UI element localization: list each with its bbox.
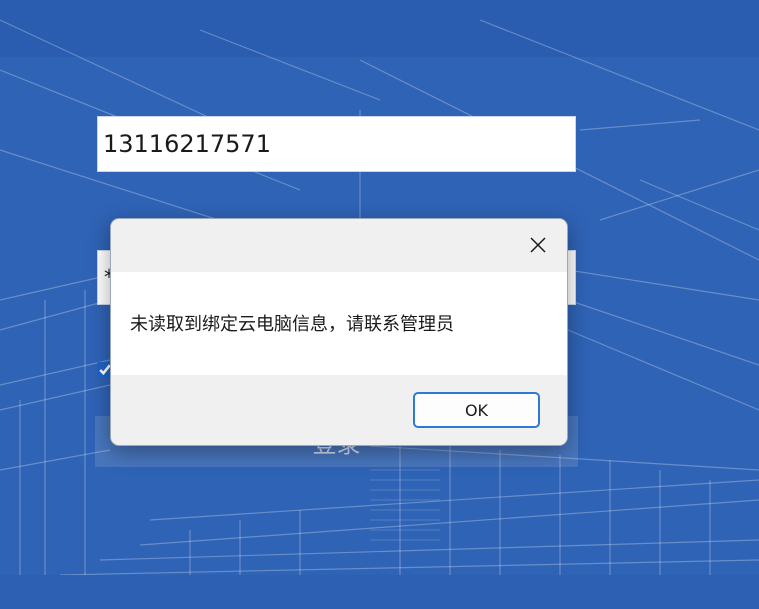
- close-icon: [530, 237, 546, 253]
- dialog-footer: OK: [111, 375, 567, 445]
- phone-input[interactable]: [97, 116, 576, 172]
- footer-band: [0, 575, 759, 609]
- ok-button[interactable]: OK: [413, 392, 540, 428]
- login-screen: * 登录 未读取到绑定云电脑信息，请联系管理员 OK: [0, 0, 759, 609]
- dialog-titlebar: [111, 219, 567, 272]
- dialog-message: 未读取到绑定云电脑信息，请联系管理员: [130, 314, 454, 335]
- dialog-body: 未读取到绑定云电脑信息，请联系管理员: [111, 272, 567, 375]
- error-dialog: 未读取到绑定云电脑信息，请联系管理员 OK: [110, 218, 568, 446]
- close-button[interactable]: [520, 229, 556, 261]
